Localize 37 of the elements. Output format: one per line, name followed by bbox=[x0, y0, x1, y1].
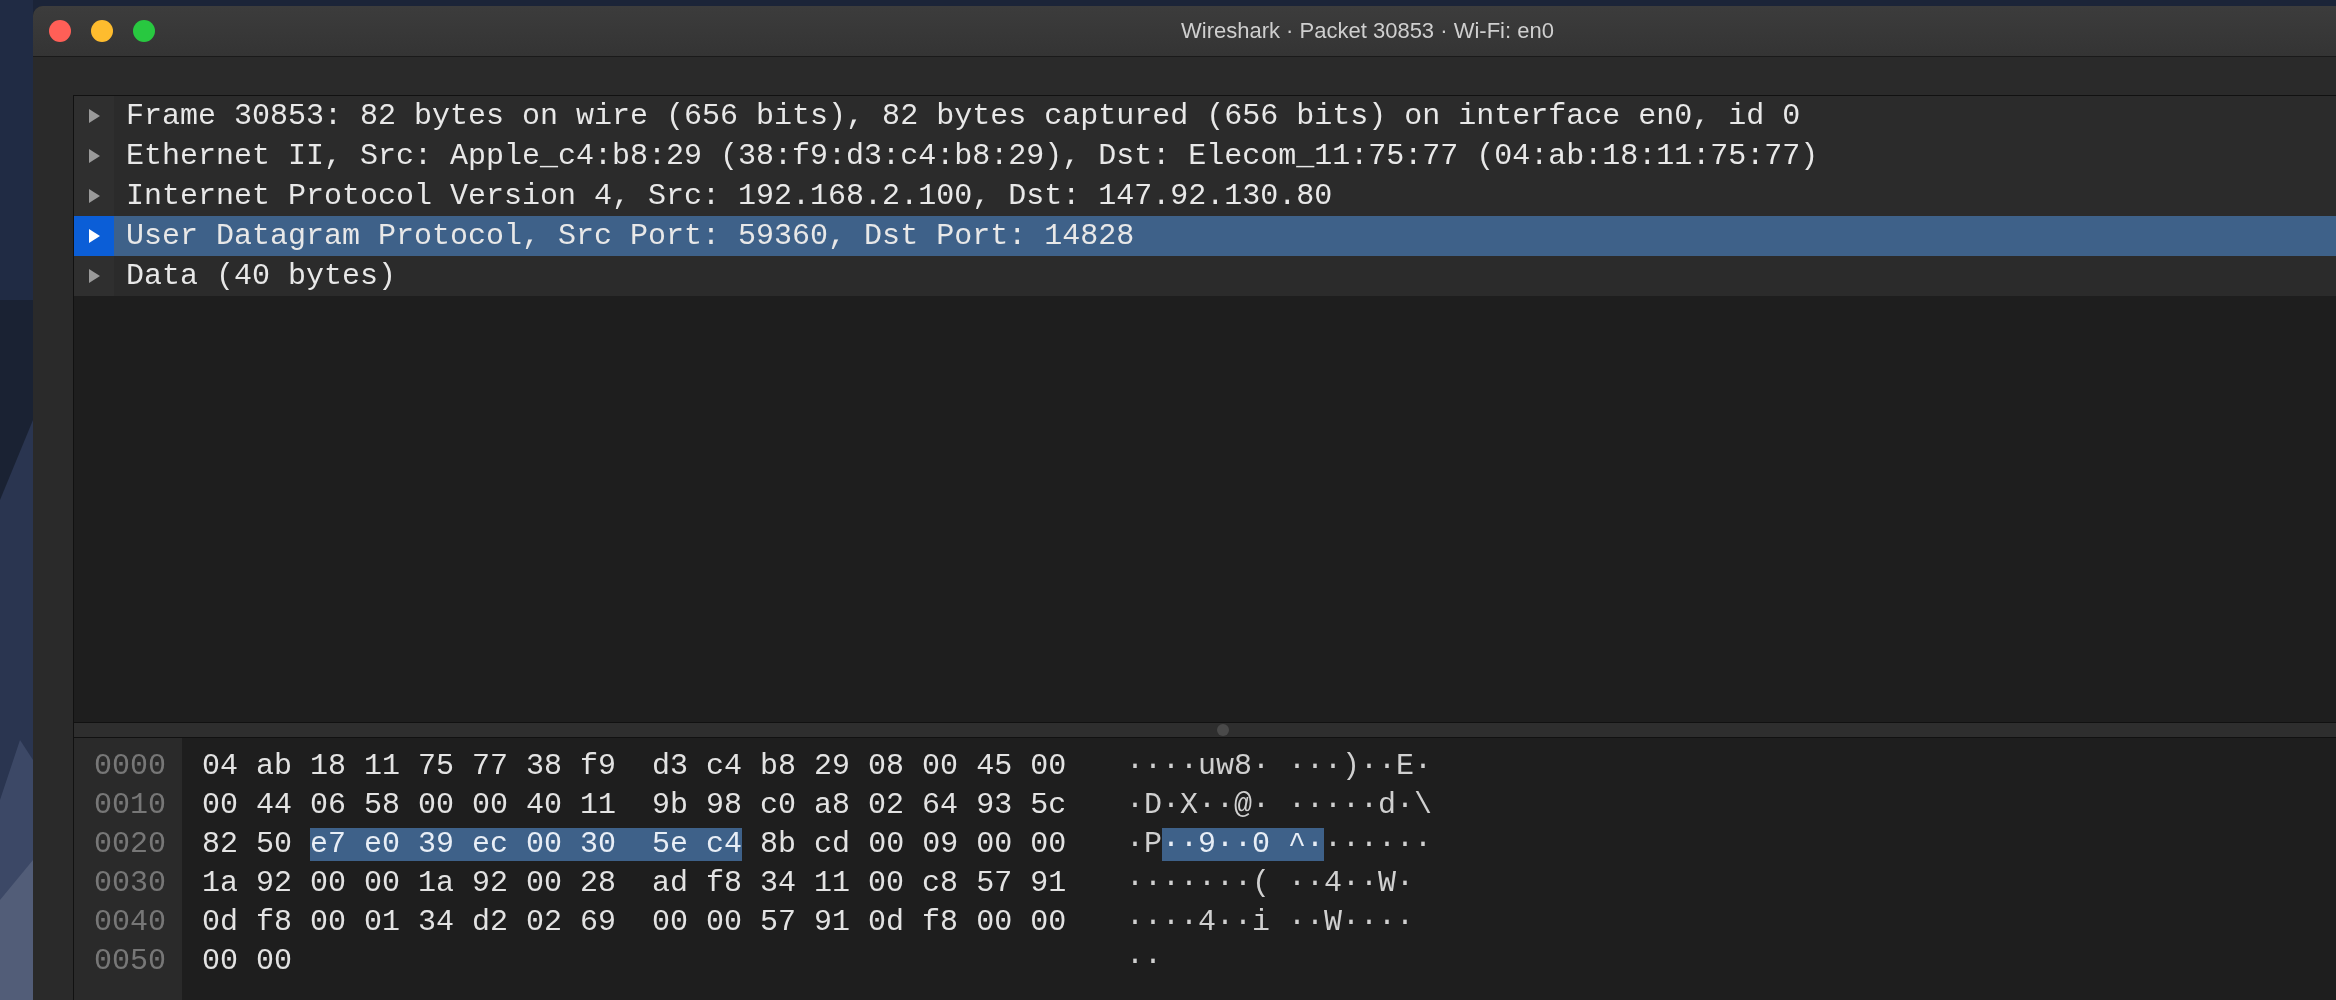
byte-offset: 0000 bbox=[93, 748, 167, 785]
hex-bytes[interactable]: 00 00 bbox=[202, 945, 292, 978]
hex-bytes[interactable]: 04 ab 18 11 75 77 38 f9 d3 c4 b8 29 08 00 45 00 bbox=[202, 750, 1067, 783]
ascii-bytes[interactable]: ······ bbox=[1324, 828, 1433, 861]
ascii-bytes[interactable]: ····uw8· ···)··E· bbox=[1126, 750, 1433, 783]
byte-offset: 0040 bbox=[93, 904, 167, 941]
expand-triangle-icon[interactable] bbox=[87, 148, 101, 164]
zoom-button[interactable] bbox=[133, 20, 155, 42]
tree-row[interactable]: Data (40 bytes) bbox=[74, 256, 2336, 296]
hex-bytes[interactable]: 82 50 bbox=[202, 828, 311, 861]
selected-hex-bytes[interactable]: e7 e0 39 ec 00 30 5e c4 bbox=[310, 828, 743, 861]
expand-triangle-icon[interactable] bbox=[87, 228, 101, 244]
hex-bytes[interactable]: 1a 92 00 00 1a 92 00 28 ad f8 34 11 00 c8 57 91 bbox=[202, 867, 1067, 900]
tree-row[interactable]: Ethernet II, Src: Apple_c4:b8:29 (38:f9:d3:c4:b8:29), Dst: Elecom_11:75:77 (04:ab:18:11:75:77) bbox=[74, 136, 2336, 176]
tree-row[interactable]: Frame 30853: 82 bytes on wire (656 bits), 82 bytes captured (656 bits) on interface en0, id 0 bbox=[74, 96, 2336, 136]
selected-ascii-bytes[interactable]: ··9··0 ^· bbox=[1162, 828, 1325, 861]
ascii-bytes[interactable]: ·D·X··@· ·····d·\ bbox=[1126, 789, 1433, 822]
expand-triangle-icon[interactable] bbox=[87, 188, 101, 204]
ascii-bytes[interactable]: ·······( ··4··W· bbox=[1126, 867, 1415, 900]
byte-offset: 0010 bbox=[93, 787, 167, 824]
ascii-bytes[interactable]: ·· bbox=[1126, 945, 1162, 978]
byte-offset: 0030 bbox=[93, 865, 167, 902]
expand-triangle-icon[interactable] bbox=[87, 268, 101, 284]
splitter-handle[interactable] bbox=[1217, 724, 1229, 736]
close-button[interactable] bbox=[49, 20, 71, 42]
window-title: Wireshark · Packet 30853 · Wi-Fi: en0 bbox=[1181, 18, 1554, 44]
tree-row[interactable]: User Datagram Protocol, Src Port: 59360, Dst Port: 14828 bbox=[74, 216, 2336, 256]
hex-bytes[interactable]: 0d f8 00 01 34 d2 02 69 00 00 57 91 0d f8 00 00 bbox=[202, 906, 1067, 939]
ascii-bytes[interactable]: ····4··i ··W···· bbox=[1126, 906, 1415, 939]
byte-offset: 0050 bbox=[93, 943, 167, 980]
minimize-button[interactable] bbox=[91, 20, 113, 42]
tree-row[interactable]: Internet Protocol Version 4, Src: 192.168.2.100, Dst: 147.92.130.80 bbox=[74, 176, 2336, 216]
expand-triangle-icon[interactable] bbox=[87, 108, 101, 124]
ascii-bytes[interactable]: ·P bbox=[1126, 828, 1162, 861]
hex-bytes[interactable]: 00 44 06 58 00 00 40 11 9b 98 c0 a8 02 64 93 5c bbox=[202, 789, 1067, 822]
byte-offset: 0020 bbox=[93, 826, 167, 863]
hex-bytes[interactable]: 8b cd 00 09 00 00 bbox=[742, 828, 1067, 861]
